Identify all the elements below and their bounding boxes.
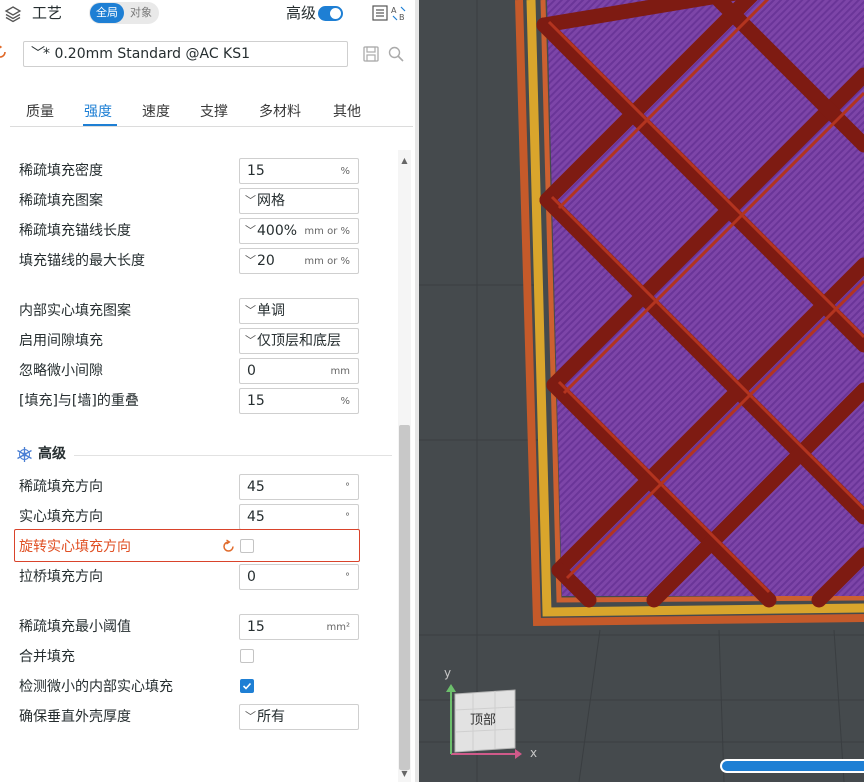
y-axis-arrow-icon — [446, 684, 456, 692]
advanced-mode-switch[interactable] — [318, 6, 343, 21]
preset-select[interactable]: ﹀* 0.20mm Standard @AC KS1 — [23, 41, 348, 67]
bridge-direction-input[interactable]: 0 ° — [239, 564, 359, 590]
sparse-density-input[interactable]: 15% — [239, 158, 359, 184]
bridge-direction-label: 拉桥填充方向 — [19, 569, 103, 585]
combine-infill-checkbox[interactable] — [240, 649, 254, 663]
gap-fill-label: 启用间隙填充 — [19, 333, 103, 349]
infill-wall-overlap-input[interactable]: 15% — [239, 388, 359, 414]
anchor-length-select[interactable]: ﹀ 400% mm or % — [239, 218, 359, 244]
sparse-direction-input[interactable]: 45 ° — [239, 474, 359, 500]
tabs-divider — [10, 126, 413, 127]
panel-title: 工艺 — [32, 4, 63, 22]
anchor-max-select[interactable]: ﹀ 20 mm or % — [239, 248, 359, 274]
reset-preset-icon[interactable] — [0, 44, 8, 60]
3d-preview-viewport[interactable]: 顶部 y x — [419, 0, 864, 782]
chevron-down-icon: ﹀ — [245, 304, 256, 317]
process-settings-panel: 工艺 全局 对象 高级 A B ﹀* 0.20mm Standard @AC K… — [0, 0, 415, 782]
ensure-vertical-shell-label: 确保垂直外壳厚度 — [19, 709, 131, 725]
tab-speed[interactable]: 速度 — [142, 103, 170, 121]
scroll-up-icon[interactable]: ▲ — [399, 155, 410, 167]
save-icon[interactable] — [362, 45, 380, 63]
detect-narrow-solid-label: 检测微小的内部实心填充 — [19, 679, 173, 695]
scope-global-button[interactable]: 全局 — [90, 3, 124, 23]
svg-text:A: A — [391, 6, 397, 15]
sparse-pattern-select[interactable]: ﹀ 网格 — [239, 188, 359, 214]
gap-fill-select[interactable]: ﹀ 仅顶层和底层 — [239, 328, 359, 354]
reset-value-icon[interactable] — [221, 539, 236, 554]
axis-x-label: x — [530, 746, 538, 760]
tab-multimaterial[interactable]: 多材料 — [259, 103, 301, 121]
layers-icon — [4, 6, 22, 23]
infill-wall-overlap-label: [填充]与[墙]的重叠 — [19, 393, 139, 409]
solid-direction-input[interactable]: 45 ° — [239, 504, 359, 530]
tab-strength[interactable]: 强度 — [84, 103, 112, 121]
chevron-down-icon: ﹀ — [245, 254, 256, 267]
sliced-model-preview — [419, 0, 864, 782]
rotate-solid-checkbox[interactable] — [240, 539, 254, 553]
filter-gaps-input[interactable]: 0 mm — [239, 358, 359, 384]
tab-quality[interactable]: 质量 — [26, 103, 54, 121]
ensure-vertical-shell-select[interactable]: ﹀ 所有 — [239, 704, 359, 730]
combine-infill-label: 合并填充 — [19, 649, 75, 665]
filter-gaps-label: 忽略微小间隙 — [19, 363, 103, 379]
checkmark-icon — [242, 682, 252, 690]
chevron-down-icon: ﹀ — [31, 46, 45, 62]
section-divider — [74, 455, 392, 456]
internal-solid-pattern-label: 内部实心填充图案 — [19, 303, 131, 319]
advanced-section-icon — [17, 447, 32, 462]
scope-object-button[interactable]: 对象 — [125, 3, 157, 23]
tab-support[interactable]: 支撑 — [200, 103, 228, 121]
progress-bar — [720, 759, 864, 773]
chevron-down-icon: ﹀ — [245, 224, 256, 237]
detect-narrow-solid-checkbox[interactable] — [240, 679, 254, 693]
sparse-min-threshold-label: 稀疏填充最小阈值 — [19, 619, 131, 635]
chevron-down-icon: ﹀ — [245, 334, 256, 347]
chevron-down-icon: ﹀ — [245, 710, 256, 723]
view-cube-label[interactable]: 顶部 — [470, 713, 496, 729]
preset-value: * 0.20mm Standard @AC KS1 — [43, 46, 251, 62]
anchor-max-label: 填充锚线的最大长度 — [19, 253, 145, 269]
tab-others[interactable]: 其他 — [333, 103, 361, 121]
search-settings-icon[interactable]: A B — [390, 4, 408, 22]
sparse-min-threshold-input[interactable]: 15 mm² — [239, 614, 359, 640]
sparse-pattern-label: 稀疏填充图案 — [19, 193, 103, 209]
sparse-density-label: 稀疏填充密度 — [19, 163, 103, 179]
anchor-length-label: 稀疏填充锚线长度 — [19, 223, 131, 239]
internal-solid-pattern-select[interactable]: ﹀ 单调 — [239, 298, 359, 324]
advanced-section-title: 高级 — [38, 446, 66, 462]
search-icon[interactable] — [387, 45, 405, 63]
solid-direction-label: 实心填充方向 — [19, 509, 103, 525]
chevron-down-icon: ﹀ — [245, 194, 256, 207]
sparse-direction-label: 稀疏填充方向 — [19, 479, 103, 495]
svg-text:B: B — [399, 13, 405, 22]
axis-y-label: y — [444, 666, 452, 680]
rotate-solid-label: 旋转实心填充方向 — [19, 539, 131, 555]
x-axis-arrow-icon — [515, 749, 522, 759]
advanced-mode-label: 高级 — [286, 4, 317, 22]
scroll-down-icon[interactable]: ▼ — [399, 768, 410, 780]
compare-presets-icon[interactable] — [371, 4, 389, 22]
scrollbar-thumb[interactable] — [399, 425, 410, 770]
scope-toggle[interactable]: 全局 对象 — [89, 2, 159, 24]
